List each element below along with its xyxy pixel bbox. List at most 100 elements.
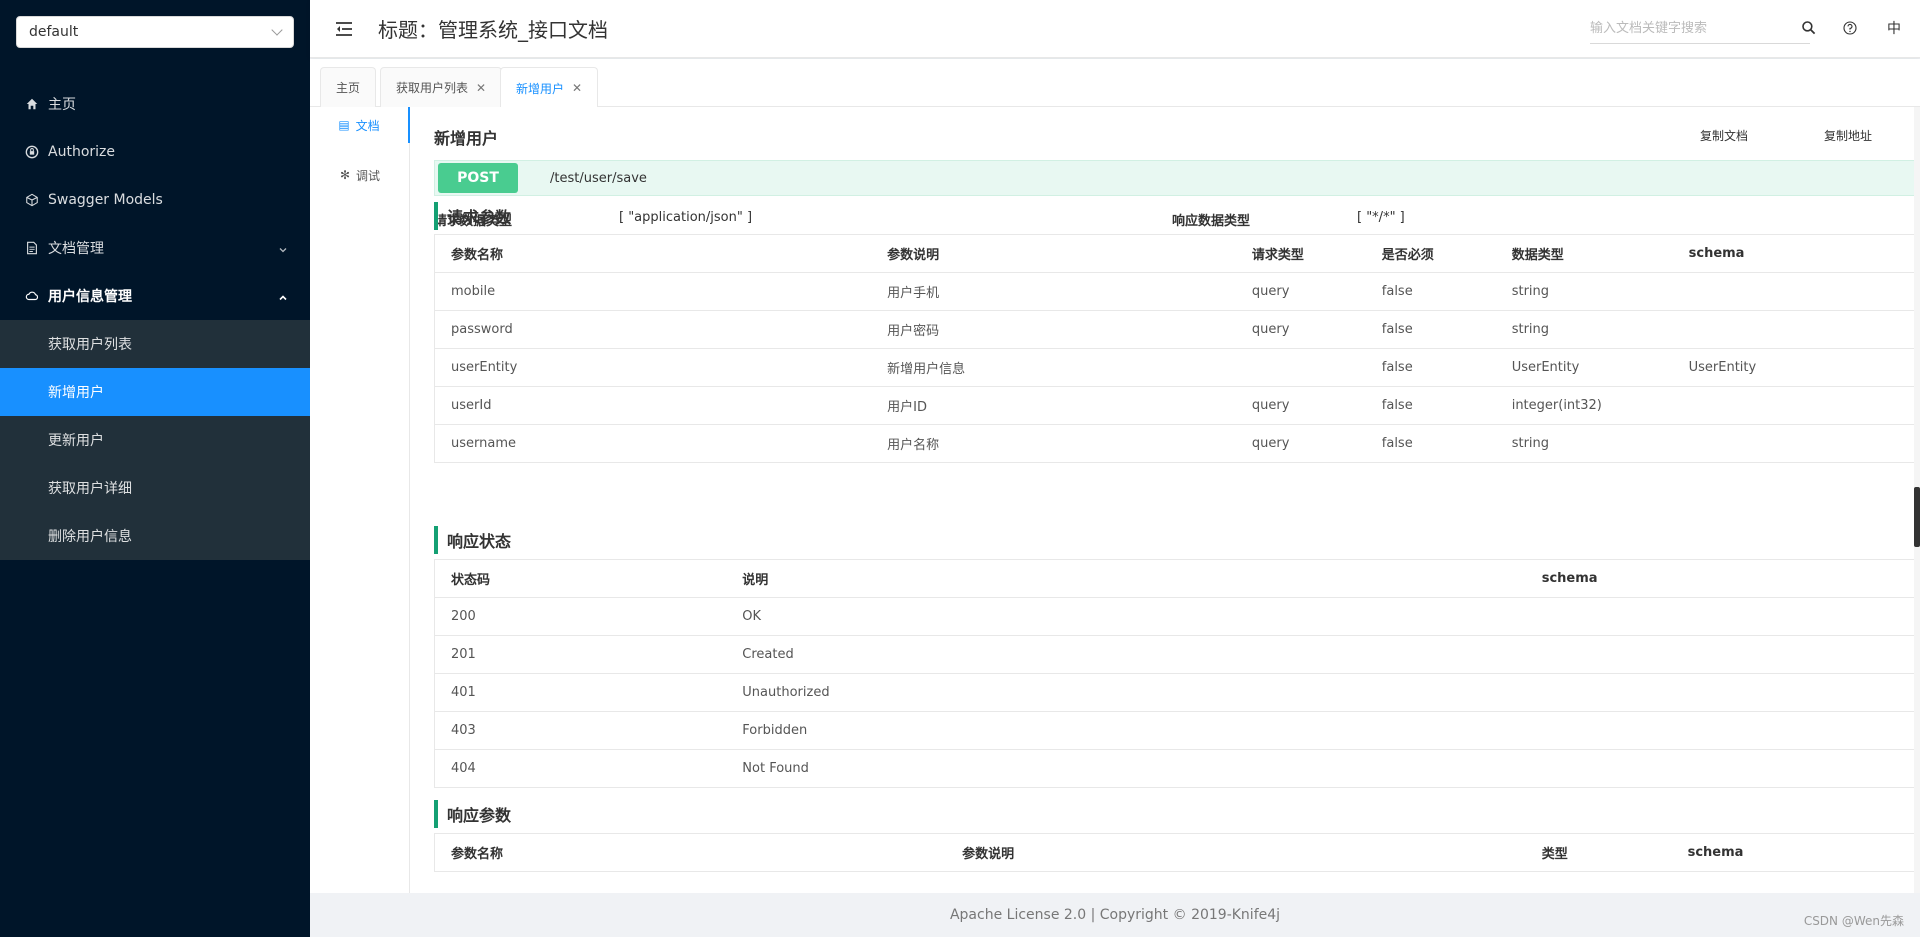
param-desc: 用户手机 [871, 272, 1236, 311]
api-method-row: POST /test/user/save [434, 160, 1920, 196]
param-required: false [1365, 386, 1496, 425]
cloud-icon [24, 288, 40, 304]
sidebar-item-get-user-list[interactable]: 获取用户列表 [0, 320, 310, 368]
param-desc: 新增用户信息 [871, 348, 1236, 387]
table-row: 403 Forbidden [434, 711, 1920, 750]
table-row: 401 Unauthorized [434, 673, 1920, 712]
close-icon[interactable]: ✕ [476, 81, 486, 95]
tab-home[interactable]: 主页 [320, 67, 377, 107]
param-name: userId [434, 386, 872, 425]
sidebar-item-label: Authorize [48, 144, 115, 160]
tab-label: 主页 [336, 81, 361, 95]
watermark: CSDN @Wen先森 [1803, 914, 1904, 928]
chevron-down-icon [271, 24, 283, 36]
param-in: query [1235, 272, 1366, 311]
group-select-value: default [29, 24, 79, 40]
chevron-up-icon [278, 291, 288, 301]
status-code: 201 [434, 635, 727, 674]
param-schema: UserEntity [1672, 348, 1920, 387]
response-content-type: 响应数据类型 [1172, 210, 1250, 229]
col-header: 是否必须 [1365, 234, 1496, 273]
side-tab-label: 调试 [356, 168, 381, 183]
sidebar-item-label: 获取用户详细 [48, 481, 132, 497]
col-header: 数据类型 [1495, 234, 1673, 273]
copy-url-button[interactable]: 复制地址 [1824, 127, 1872, 144]
param-name: password [434, 310, 872, 349]
home-icon [24, 96, 40, 112]
sidebar-item-label: 主页 [48, 97, 76, 113]
status-code: 200 [434, 597, 727, 636]
api-doc: 新增用户 复制文档 复制地址 POST /test/user/save 请求数据… [434, 107, 1920, 893]
sidebar-item-update-user[interactable]: 更新用户 [0, 416, 310, 464]
sidebar: default 主页 Authorize Swagger Models 文档管理… [0, 0, 310, 937]
group-select[interactable]: default [16, 16, 294, 48]
close-icon[interactable]: ✕ [572, 81, 582, 95]
language-switch[interactable]: 中 [1887, 18, 1901, 38]
side-tab-debug[interactable]: ✻ 调试 [310, 157, 410, 193]
status-code: 401 [434, 673, 727, 712]
bug-icon: ✻ [339, 168, 351, 182]
chevron-down-icon [278, 243, 288, 253]
status-code: 404 [434, 749, 727, 788]
col-header: 说明 [726, 559, 1526, 598]
tab-label: 新增用户 [516, 81, 565, 96]
sidebar-item-doc-manage[interactable]: 文档管理 [0, 224, 310, 272]
status-schema [1525, 749, 1920, 788]
api-title: 新增用户 [434, 129, 499, 148]
sidebar-menu: 主页 Authorize Swagger Models 文档管理 用户信息管理 … [0, 80, 310, 560]
param-schema [1672, 272, 1920, 311]
param-required: false [1365, 272, 1496, 311]
copy-doc-button[interactable]: 复制文档 [1700, 127, 1748, 144]
col-header: schema [1671, 833, 1920, 872]
sidebar-item-add-user[interactable]: 新增用户 [0, 368, 310, 416]
status-desc: OK [726, 597, 1526, 636]
status-code: 403 [434, 711, 727, 750]
search-input[interactable] [1590, 14, 1790, 42]
param-schema [1672, 386, 1920, 425]
section-request-params: 请求参数 [434, 202, 511, 230]
status-schema [1525, 673, 1920, 712]
request-type-value: [ "application/json" ] [619, 210, 753, 225]
table-header-row: 参数名称 参数说明 请求类型 是否必须 数据类型 schema [434, 234, 1920, 273]
col-header: 参数说明 [946, 833, 1526, 872]
param-name: userEntity [434, 348, 872, 387]
sidebar-item-user-manage[interactable]: 用户信息管理 [0, 272, 310, 320]
scrollbar-thumb[interactable] [1914, 487, 1920, 547]
section-response-params: 响应参数 [434, 800, 511, 828]
param-required: false [1365, 348, 1496, 387]
side-tab-doc[interactable]: ▤ 文档 [310, 107, 410, 143]
sidebar-item-label: 文档管理 [48, 241, 104, 257]
tab-get-user-list[interactable]: 获取用户列表 ✕ [380, 67, 503, 107]
status-desc: Not Found [726, 749, 1526, 788]
tab-label: 获取用户列表 [396, 81, 469, 95]
response-content-type-value: [ "*/*" ] [1357, 210, 1405, 225]
col-header: schema [1525, 559, 1920, 598]
section-title: 响应状态 [447, 532, 512, 551]
api-path: /test/user/save [550, 170, 647, 186]
help-icon[interactable] [1840, 18, 1860, 38]
param-desc: 用户名称 [871, 424, 1236, 463]
menu-fold-icon[interactable] [334, 19, 354, 39]
content-scrollbar[interactable] [1914, 107, 1920, 893]
sidebar-item-label: 获取用户列表 [48, 337, 132, 353]
sidebar-item-get-user-detail[interactable]: 获取用户详细 [0, 464, 310, 512]
param-name: mobile [434, 272, 872, 311]
sidebar-item-home[interactable]: 主页 [0, 80, 310, 128]
method-badge: POST [438, 163, 518, 193]
sidebar-item-swagger-models[interactable]: Swagger Models [0, 176, 310, 224]
status-schema [1525, 635, 1920, 674]
table-row: mobile 用户手机 query false string [434, 272, 1920, 311]
file-icon [24, 240, 40, 256]
footer-text: Apache License 2.0 | Copyright © 2019-Kn… [949, 907, 1281, 923]
side-tab-label: 文档 [355, 118, 380, 133]
section-title: 响应参数 [447, 806, 512, 825]
tab-add-user[interactable]: 新增用户 ✕ [500, 67, 599, 108]
search-icon[interactable] [1799, 18, 1819, 38]
table-header-row: 参数名称 参数说明 类型 schema [434, 833, 1920, 872]
param-in: query [1235, 310, 1366, 349]
sidebar-item-delete-user[interactable]: 删除用户信息 [0, 512, 310, 560]
doc-side-tabs: ▤ 文档 ✻ 调试 [310, 107, 410, 893]
sidebar-item-authorize[interactable]: Authorize [0, 128, 310, 176]
param-schema [1672, 424, 1920, 463]
page-title: 标题：管理系统_接口文档 [378, 18, 608, 42]
